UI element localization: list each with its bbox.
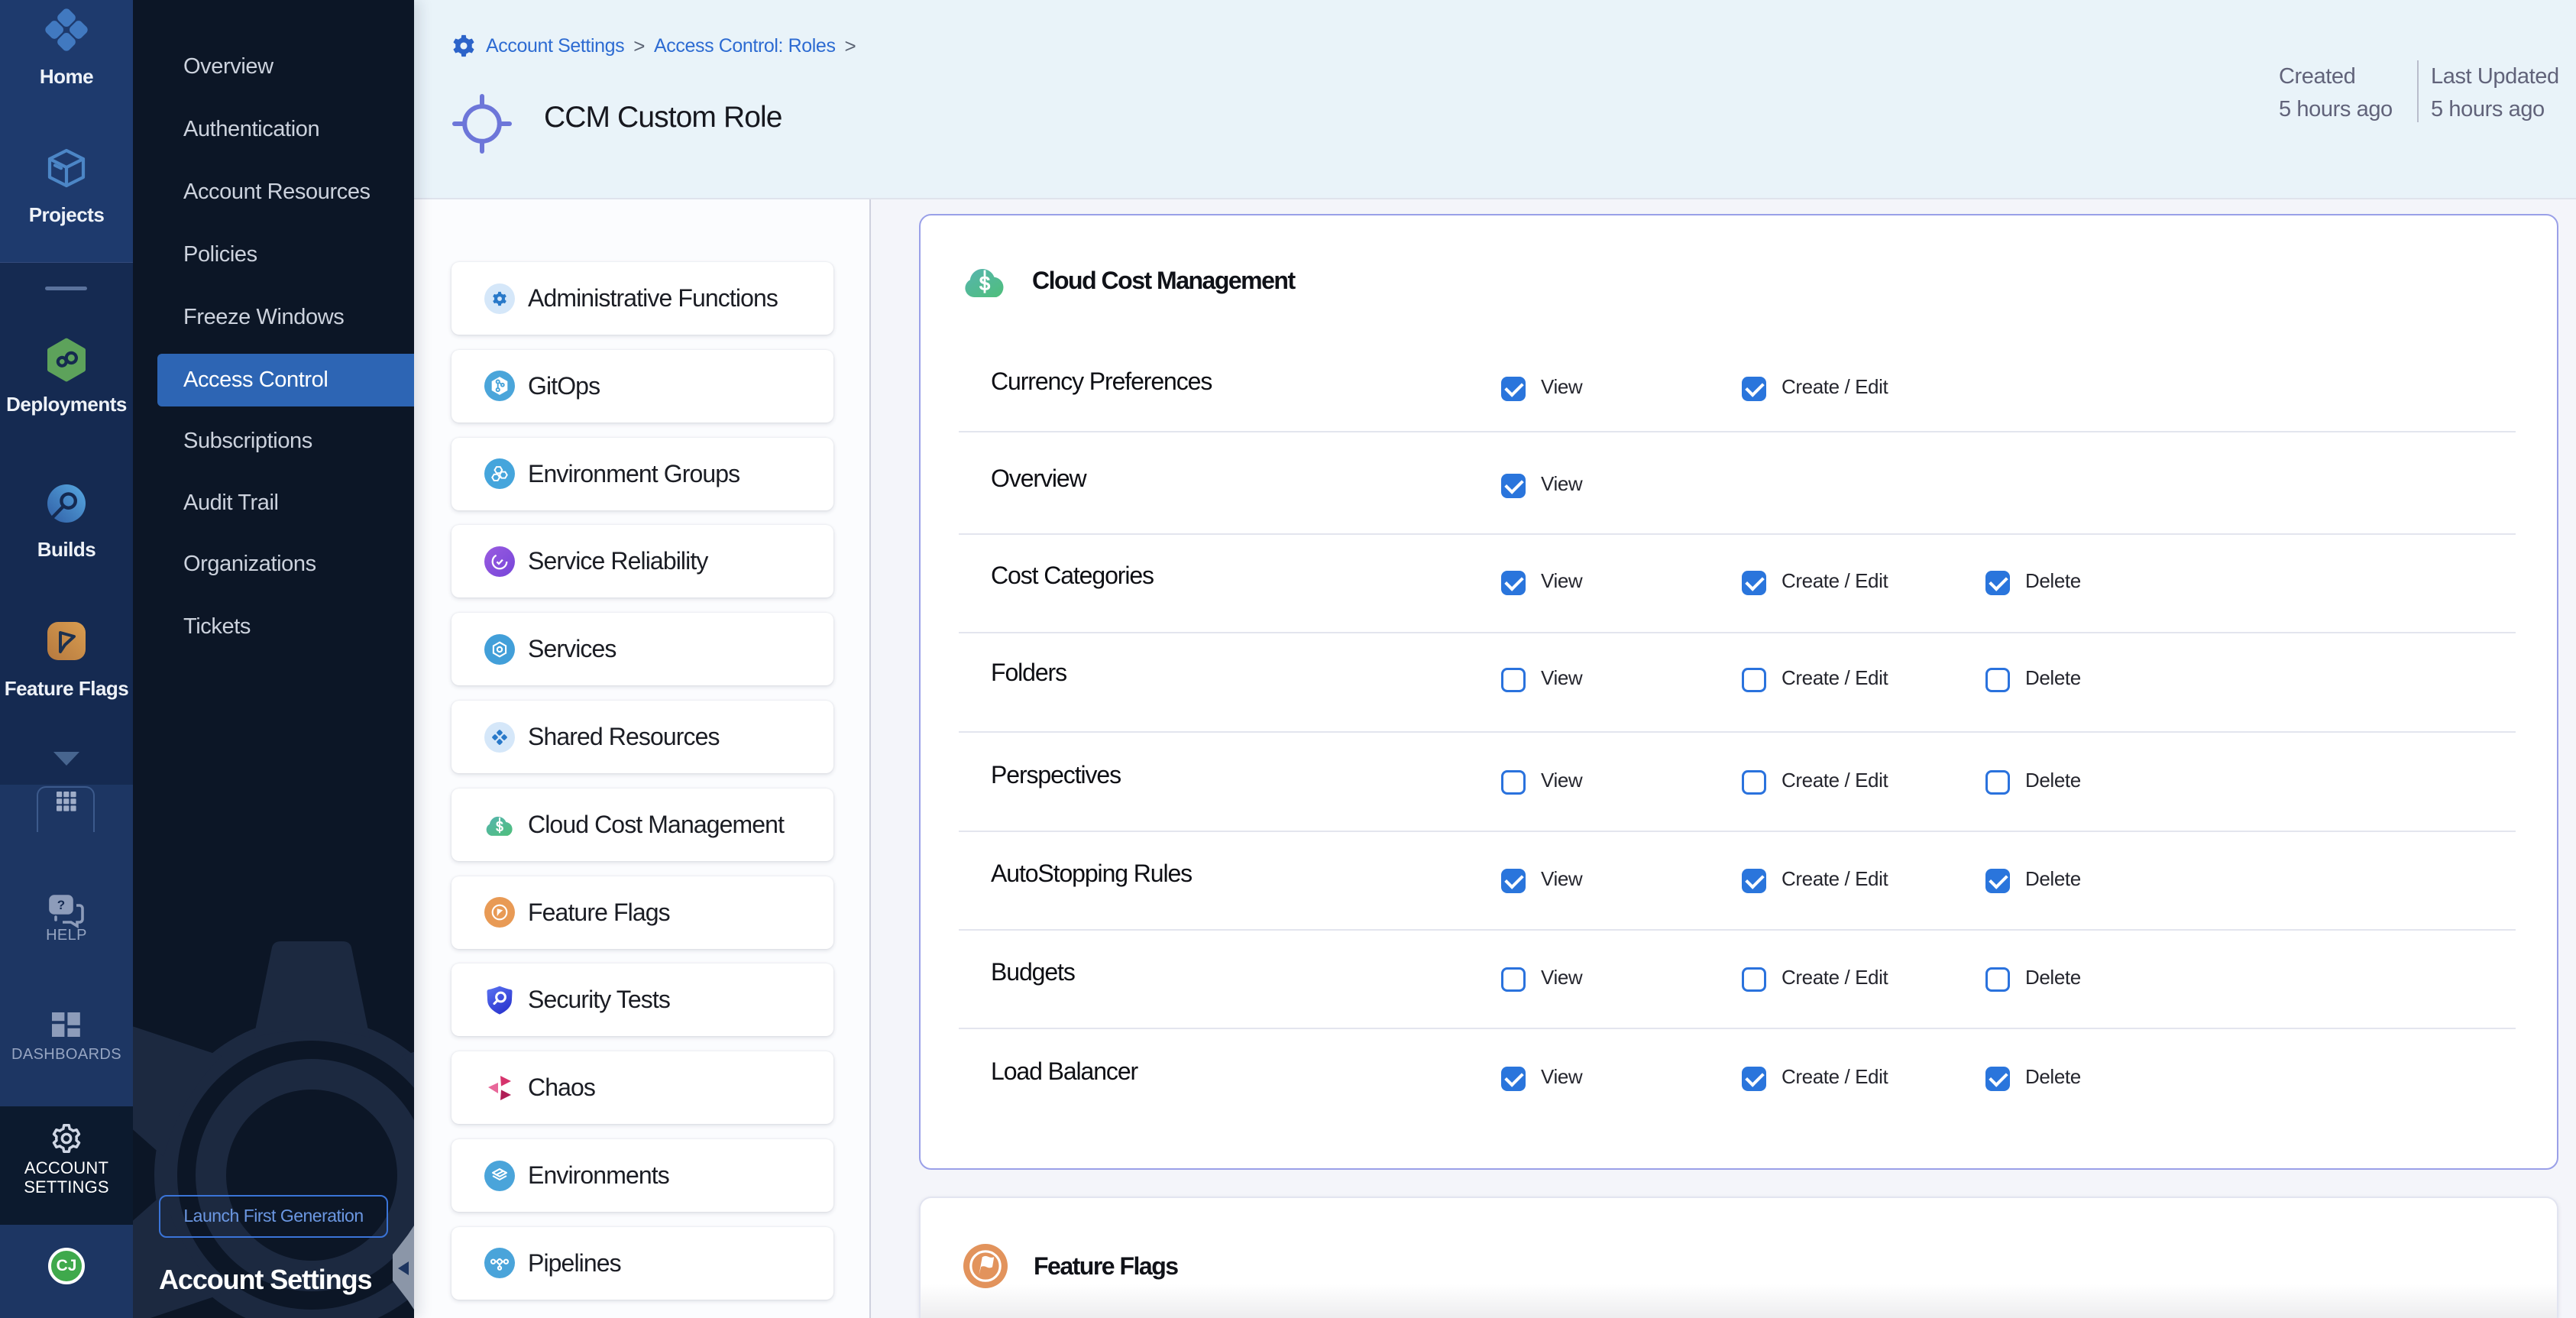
svg-text:$: $ — [496, 818, 503, 834]
svg-text:?: ? — [57, 898, 65, 912]
svg-text:$: $ — [979, 272, 990, 295]
